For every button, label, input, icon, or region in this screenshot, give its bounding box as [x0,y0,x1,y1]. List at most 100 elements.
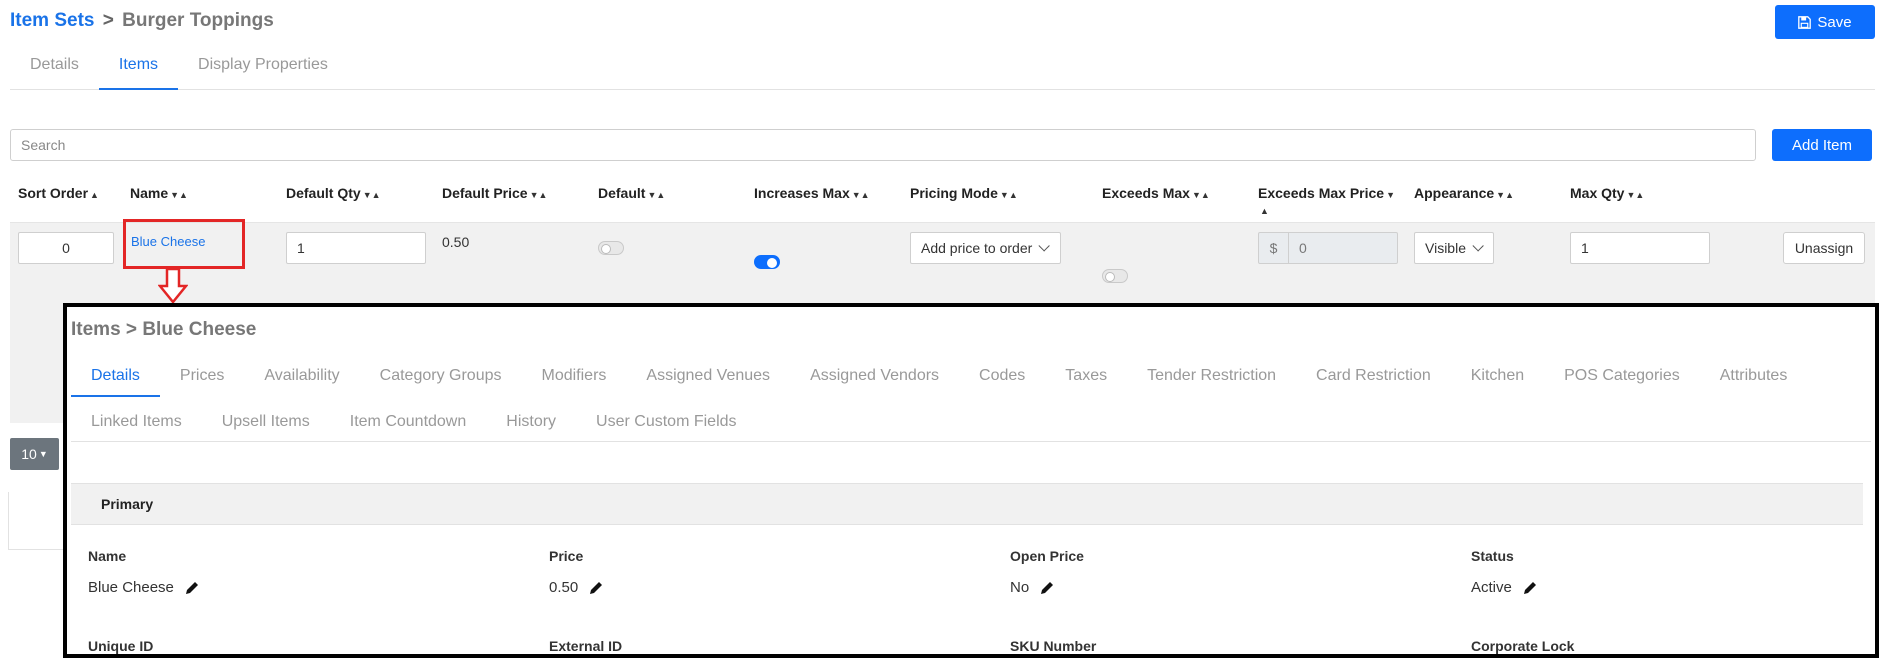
field-label-name: Name [88,548,127,564]
tab-kitchen[interactable]: Kitchen [1451,351,1544,397]
tab-history[interactable]: History [486,397,576,441]
highlight-box [123,219,245,269]
page-title: Burger Toppings [122,10,274,31]
tab-linked-items[interactable]: Linked Items [71,397,202,441]
unassign-button[interactable]: Unassign [1783,232,1865,264]
breadcrumb-separator: > [102,10,114,31]
max-qty-input[interactable]: 1 [1570,232,1710,264]
column-header-default-qty[interactable]: Default Qty ▼▲ [286,185,381,201]
field-label-unique-id: Unique ID [88,638,154,654]
column-header-max-qty[interactable]: Max Qty ▼▲ [1570,185,1644,201]
tab-assigned-vendors[interactable]: Assigned Vendors [790,351,959,397]
sort-icon: ▼▲ [851,190,870,200]
pricing-mode-value: Add price to order [921,240,1033,256]
exceeds-max-toggle[interactable] [1102,269,1128,283]
save-button-label: Save [1817,13,1852,31]
column-header-name[interactable]: Name ▼▲ [130,185,188,201]
chevron-down-icon [1038,240,1051,252]
caret-down-icon: ▼ [38,449,48,459]
pricing-mode-select[interactable]: Add price to order [910,232,1061,264]
field-name: Blue Cheese [88,579,200,596]
column-header-default-price[interactable]: Default Price ▼▲ [442,185,547,201]
tab-bar: Details Items Display Properties [10,50,1875,90]
breadcrumb-separator: > [125,319,138,340]
default-price-value: 0.50 [442,234,470,250]
currency-symbol: $ [1259,233,1289,263]
column-header-increases-max[interactable]: Increases Max ▼▲ [754,185,870,201]
tab-details[interactable]: Details [71,351,160,397]
exceeds-max-price-input[interactable]: $ 0 [1258,232,1398,264]
field-value-name: Blue Cheese [88,579,174,596]
sort-icon: ▼▲ [1191,190,1210,200]
field-label-open-price: Open Price [1010,548,1084,564]
breadcrumb-item-sets-link[interactable]: Item Sets [10,10,94,31]
sort-icon: ▼ [1386,190,1396,200]
default-toggle[interactable] [598,241,624,255]
column-header-default[interactable]: Default ▼▲ [598,185,665,201]
tab-pos-categories[interactable]: POS Categories [1544,351,1700,397]
tab-items[interactable]: Items [98,50,179,90]
column-header-appearance[interactable]: Appearance ▼▲ [1414,185,1514,201]
tab-display-properties[interactable]: Display Properties [178,50,348,90]
sort-icon: ▼▲ [529,190,548,200]
sort-asc-icon: ▲ [1260,206,1269,216]
floppy-disk-icon [1798,15,1812,29]
add-item-button[interactable]: Add Item [1772,129,1872,161]
tab-tender-restriction[interactable]: Tender Restriction [1127,351,1296,397]
sort-icon: ▼▲ [999,190,1018,200]
tab-item-countdown[interactable]: Item Countdown [330,397,487,441]
tab-modifiers[interactable]: Modifiers [522,351,627,397]
save-button[interactable]: Save [1775,5,1875,39]
appearance-select[interactable]: Visible [1414,232,1494,264]
column-header-pricing-mode[interactable]: Pricing Mode ▼▲ [910,185,1018,201]
tab-attributes[interactable]: Attributes [1700,351,1808,397]
field-label-external-id: External ID [549,638,623,654]
pencil-icon[interactable] [1522,580,1538,596]
sort-icon: ▼▲ [647,190,666,200]
tab-upsell-items[interactable]: Upsell Items [202,397,330,441]
increases-max-toggle[interactable] [754,255,780,269]
pencil-icon[interactable] [1039,580,1055,596]
sort-icon: ▼▲ [362,190,381,200]
page-size-dropdown[interactable]: 10 ▼ [10,438,59,470]
tab-availability[interactable]: Availability [244,351,359,397]
detail-breadcrumb: Items > Blue Cheese [71,319,256,341]
sort-icon: ▼▲ [1496,190,1514,200]
default-qty-input[interactable]: 1 [286,232,426,264]
pencil-icon[interactable] [184,580,200,596]
field-value-status: Active [1471,579,1512,596]
tab-assigned-venues[interactable]: Assigned Venues [626,351,790,397]
field-label-sku-number: SKU Number [1010,638,1097,654]
tab-card-restriction[interactable]: Card Restriction [1296,351,1451,397]
tab-prices[interactable]: Prices [160,351,244,397]
field-label-price: Price [549,548,584,564]
detail-title: Blue Cheese [142,319,257,340]
section-header-primary: Primary [71,483,1863,525]
exceeds-max-price-value: 0 [1299,240,1307,256]
field-status: Active [1471,579,1538,596]
column-header-sort-order[interactable]: Sort Order ▲ [18,185,99,201]
tab-details[interactable]: Details [10,50,99,90]
field-open-price: No [1010,579,1055,596]
breadcrumb-items-link[interactable]: Items [71,319,121,340]
search-input[interactable] [10,129,1756,161]
sort-icon: ▼▲ [1626,190,1645,200]
tab-codes[interactable]: Codes [959,351,1045,397]
chevron-down-icon [1472,240,1484,252]
page-size-value: 10 [21,446,37,462]
detail-tab-bar: Details Prices Availability Category Gro… [71,351,1871,441]
tab-taxes[interactable]: Taxes [1045,351,1127,397]
tab-category-groups[interactable]: Category Groups [360,351,522,397]
sort-asc-icon: ▲ [90,190,99,200]
item-detail-overlay: Items > Blue Cheese Details Prices Avail… [63,303,1879,658]
pencil-icon[interactable] [588,580,604,596]
column-header-exceeds-max[interactable]: Exceeds Max ▼▲ [1102,185,1210,201]
sort-order-input[interactable]: 0 [18,232,114,264]
appearance-value: Visible [1425,240,1466,256]
tab-user-custom-fields[interactable]: User Custom Fields [576,397,756,441]
tab-divider [71,441,1871,442]
down-arrow-icon [158,268,188,304]
field-price: 0.50 [549,579,604,596]
field-label-status: Status [1471,548,1514,564]
column-header-exceeds-max-price[interactable]: Exceeds Max Price ▼ ▲ [1258,185,1395,217]
